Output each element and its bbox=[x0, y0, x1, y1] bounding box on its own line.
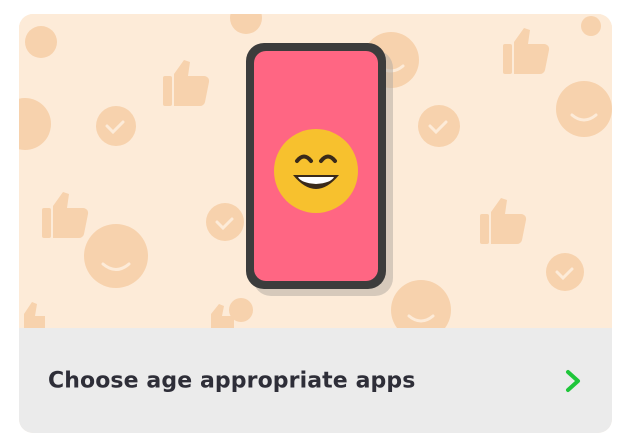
age-appropriate-apps-card[interactable]: Choose age appropriate apps bbox=[19, 14, 612, 433]
illustration-svg bbox=[19, 14, 612, 328]
chevron-right-icon[interactable] bbox=[560, 369, 584, 393]
card-footer[interactable]: Choose age appropriate apps bbox=[19, 328, 612, 433]
card-illustration bbox=[19, 14, 612, 328]
smiling-phone-icon bbox=[246, 43, 393, 296]
card-title: Choose age appropriate apps bbox=[48, 368, 416, 393]
